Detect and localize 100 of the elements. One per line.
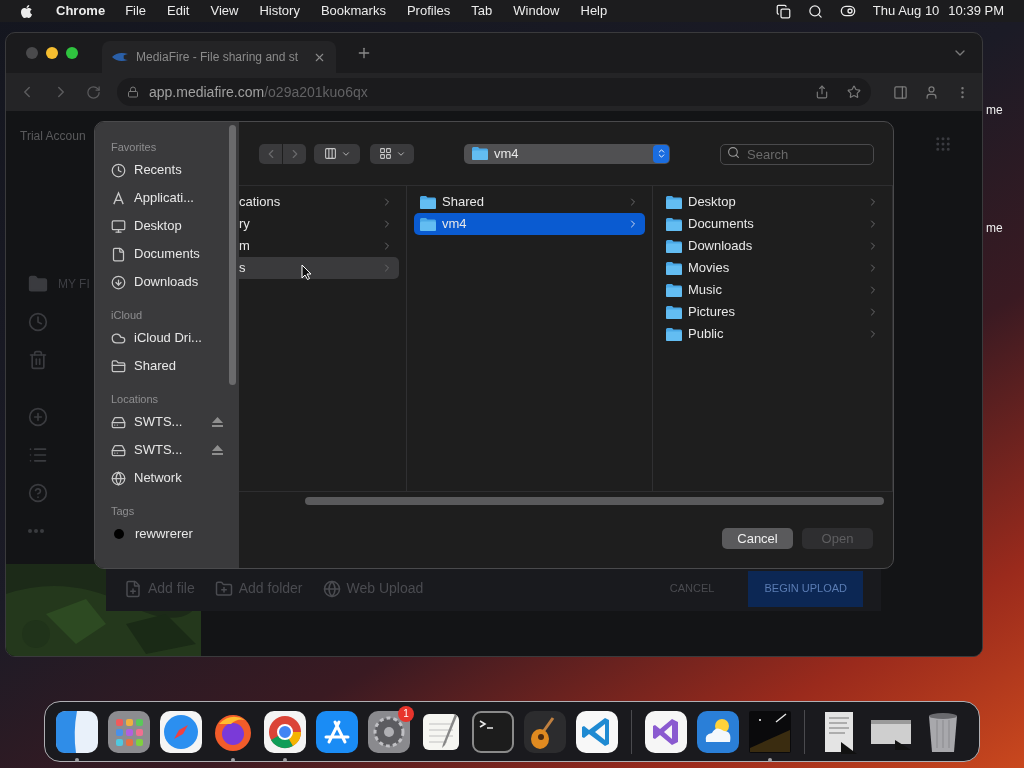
location-popup[interactable]: vm4 <box>464 143 670 164</box>
control-center-icon[interactable] <box>839 3 856 19</box>
sidebar-item[interactable]: Applicati... <box>111 184 239 212</box>
list-icon <box>28 445 48 465</box>
search-icon <box>727 145 740 159</box>
file-add-icon <box>124 579 142 598</box>
folder-row[interactable]: m <box>239 235 399 257</box>
folder-icon <box>420 195 436 209</box>
ring-icon[interactable] <box>263 709 307 762</box>
apple-icon[interactable] <box>19 3 34 19</box>
help-icon <box>28 483 48 503</box>
scrollbar-thumb[interactable] <box>229 125 236 385</box>
menu-bar-time[interactable]: 10:39 PM <box>948 1 1004 21</box>
cloud-icon <box>111 330 126 346</box>
back-button[interactable] <box>259 143 282 164</box>
menu-item[interactable]: Edit <box>167 1 190 21</box>
folder-row[interactable]: Pictures <box>660 301 885 323</box>
clock-icon <box>111 162 126 178</box>
eject-icon <box>212 417 223 427</box>
folder-row[interactable]: Downloads <box>660 235 885 257</box>
app-menu[interactable]: Chrome <box>56 1 106 21</box>
share-icon[interactable] <box>815 85 829 99</box>
search-icon[interactable] <box>807 3 823 19</box>
eject-icon <box>212 445 223 455</box>
sidebar-item[interactable]: Downloads <box>111 268 239 296</box>
sidebar-section-title: iCloud <box>111 308 144 323</box>
drive-icon <box>111 414 126 430</box>
menu-item[interactable]: Profiles <box>406 1 451 21</box>
minimize-window-button[interactable] <box>46 47 58 59</box>
desktop-icon-label[interactable]: me <box>986 101 1003 119</box>
split-tile-icon[interactable] <box>55 709 99 762</box>
sidebar-item[interactable]: SWTS... <box>111 408 239 436</box>
folder-icon <box>666 327 682 341</box>
menu-item[interactable]: Tab <box>471 1 493 21</box>
trash-icon <box>28 350 48 370</box>
search-field[interactable]: Search <box>720 143 874 165</box>
side-panel-icon[interactable] <box>893 84 908 100</box>
menu-bar-date[interactable]: Thu Aug 10 <box>872 1 940 21</box>
document-icon <box>111 246 126 262</box>
globe-icon <box>111 470 126 486</box>
folder-row[interactable]: Desktop <box>660 191 885 213</box>
sidebar-item[interactable]: Shared <box>111 352 239 380</box>
folder-icon <box>111 358 126 374</box>
lock-icon <box>127 86 139 98</box>
folder-icon <box>28 274 48 294</box>
sidebar-section-title: Tags <box>111 504 136 519</box>
folder-icon <box>666 305 682 319</box>
dialog-button[interactable]: Cancel <box>722 528 793 549</box>
add-icon <box>28 407 48 427</box>
apps-icon <box>111 190 126 206</box>
bookmark-star-icon[interactable] <box>847 85 861 99</box>
menu-item[interactable]: Help <box>580 1 608 21</box>
sidebar-item[interactable]: SWTS... <box>111 436 239 464</box>
sidebar-item[interactable]: rewwrerer <box>111 520 239 548</box>
notification-badge: 1 <box>398 705 414 722</box>
menu-item[interactable]: File <box>125 1 147 21</box>
folder-row[interactable]: s <box>239 257 399 279</box>
profile-icon[interactable] <box>924 84 939 100</box>
view-mode-button[interactable] <box>314 143 360 164</box>
folder-row[interactable]: cations <box>239 191 399 213</box>
folder-row[interactable]: Documents <box>660 213 885 235</box>
zoom-window-button[interactable] <box>66 47 78 59</box>
folder-icon <box>666 195 682 209</box>
mouse-pointer-icon <box>301 264 312 280</box>
folder-row[interactable]: Music <box>660 279 885 301</box>
new-tab-icon[interactable] <box>356 45 372 61</box>
monitor-icon <box>111 218 126 234</box>
menu-item[interactable]: Window <box>513 1 560 21</box>
menu-item[interactable]: Bookmarks <box>320 1 386 21</box>
folder-icon <box>666 217 682 231</box>
menu-item[interactable]: View <box>210 1 239 21</box>
group-button[interactable] <box>370 143 414 164</box>
sidebar-section-title: Locations <box>111 392 160 407</box>
tab-title: MediaFire - File sharing and st <box>136 49 299 66</box>
screen-mirroring-icon[interactable] <box>775 3 791 19</box>
sidebar-item[interactable]: Documents <box>111 240 239 268</box>
sidebar-item[interactable]: iCloud Dri... <box>111 324 239 352</box>
folder-row[interactable]: ry <box>239 213 399 235</box>
folder-icon <box>666 261 682 275</box>
sidebar-item[interactable]: Network <box>111 464 239 492</box>
sidebar-item[interactable]: Desktop <box>111 212 239 240</box>
menu-item[interactable]: History <box>259 1 300 21</box>
begin-upload-button[interactable]: BEGIN UPLOAD <box>748 570 863 607</box>
folder-row[interactable]: vm4 <box>414 213 645 235</box>
forward-button[interactable] <box>283 143 306 164</box>
browser-tab[interactable]: MediaFire - File sharing and st <box>102 41 336 73</box>
address-bar[interactable]: app.mediafire.com/o29a201kuo6qx <box>117 78 871 106</box>
folder-row[interactable]: Public <box>660 323 885 345</box>
site-logo-icon <box>112 52 128 62</box>
download-icon <box>111 274 126 290</box>
night-sky-icon[interactable] <box>748 709 792 762</box>
folder-row[interactable]: Shared <box>414 191 645 213</box>
desktop-icon-label[interactable]: me <box>986 219 1003 237</box>
globe-icon <box>322 579 341 598</box>
clock-icon <box>28 312 48 332</box>
columns-icon <box>323 147 337 160</box>
grid-icon <box>378 147 392 160</box>
horizontal-scrollbar-thumb[interactable] <box>305 497 884 505</box>
folder-row[interactable]: Movies <box>660 257 885 279</box>
sidebar-item[interactable]: Recents <box>111 156 239 184</box>
